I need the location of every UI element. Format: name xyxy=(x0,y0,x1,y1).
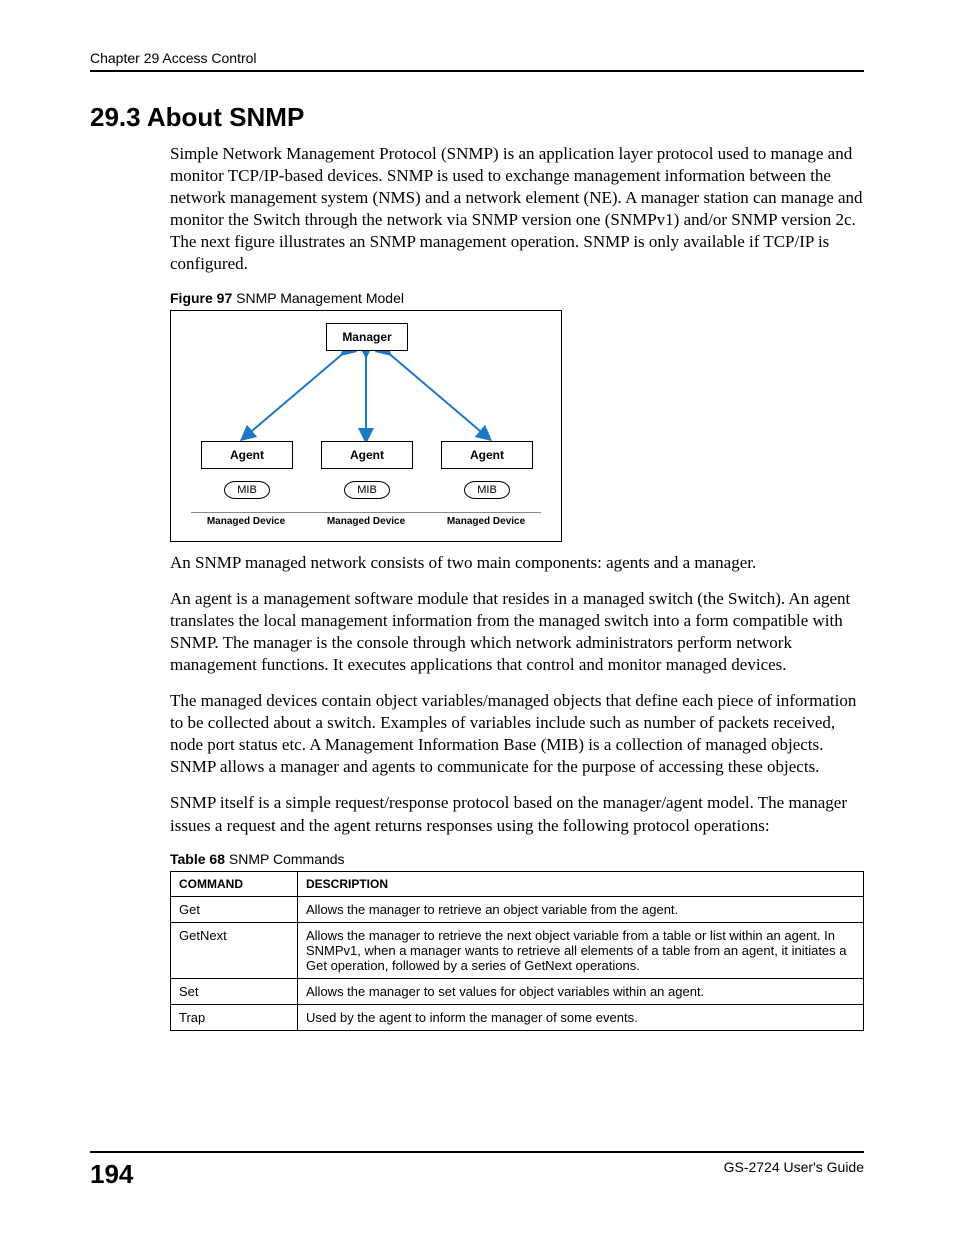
managed-device-label: Managed Device xyxy=(431,516,541,527)
mib-node: MIB xyxy=(344,481,390,499)
table-title: SNMP Commands xyxy=(225,851,345,867)
page-footer: 194 GS-2724 User's Guide xyxy=(90,1151,864,1190)
cmd-cell: Get xyxy=(171,896,298,922)
table-row: GetNext Allows the manager to retrieve t… xyxy=(171,922,864,978)
desc-cell: Used by the agent to inform the manager … xyxy=(298,1004,864,1030)
figure-title: SNMP Management Model xyxy=(232,290,404,306)
managed-device-label: Managed Device xyxy=(311,516,421,527)
guide-name: GS-2724 User's Guide xyxy=(724,1159,864,1175)
managed-device-label: Managed Device xyxy=(191,516,301,527)
figure-snmp-model: Manager Agent Agent Agent MIB MIB MIB Ma… xyxy=(170,310,562,542)
table-row: Set Allows the manager to set values for… xyxy=(171,978,864,1004)
figure-number: Figure 97 xyxy=(170,290,232,306)
agent-node: Agent xyxy=(201,441,293,469)
section-heading: 29.3 About SNMP xyxy=(90,102,864,133)
page-number: 194 xyxy=(90,1159,133,1190)
cmd-cell: Trap xyxy=(171,1004,298,1030)
table-number: Table 68 xyxy=(170,851,225,867)
paragraph-4: The managed devices contain object varia… xyxy=(170,690,864,778)
agent-node: Agent xyxy=(441,441,533,469)
table-header-row: COMMAND DESCRIPTION xyxy=(171,871,864,896)
col-command: COMMAND xyxy=(171,871,298,896)
desc-cell: Allows the manager to retrieve an object… xyxy=(298,896,864,922)
desc-cell: Allows the manager to set values for obj… xyxy=(298,978,864,1004)
manager-node: Manager xyxy=(326,323,408,351)
table-row: Get Allows the manager to retrieve an ob… xyxy=(171,896,864,922)
chapter-label: Chapter 29 Access Control xyxy=(90,50,257,66)
agent-node: Agent xyxy=(321,441,413,469)
paragraph-1: Simple Network Management Protocol (SNMP… xyxy=(170,143,864,276)
snmp-commands-table: COMMAND DESCRIPTION Get Allows the manag… xyxy=(170,871,864,1031)
page-header: Chapter 29 Access Control xyxy=(90,50,864,72)
col-description: DESCRIPTION xyxy=(298,871,864,896)
table-row: Trap Used by the agent to inform the man… xyxy=(171,1004,864,1030)
mib-node: MIB xyxy=(224,481,270,499)
paragraph-2: An SNMP managed network consists of two … xyxy=(170,552,864,574)
cmd-cell: Set xyxy=(171,978,298,1004)
table-caption: Table 68 SNMP Commands xyxy=(170,851,864,867)
cmd-cell: GetNext xyxy=(171,922,298,978)
figure-caption: Figure 97 SNMP Management Model xyxy=(170,290,864,306)
paragraph-3: An agent is a management software module… xyxy=(170,588,864,676)
paragraph-5: SNMP itself is a simple request/response… xyxy=(170,792,864,836)
mib-node: MIB xyxy=(464,481,510,499)
desc-cell: Allows the manager to retrieve the next … xyxy=(298,922,864,978)
